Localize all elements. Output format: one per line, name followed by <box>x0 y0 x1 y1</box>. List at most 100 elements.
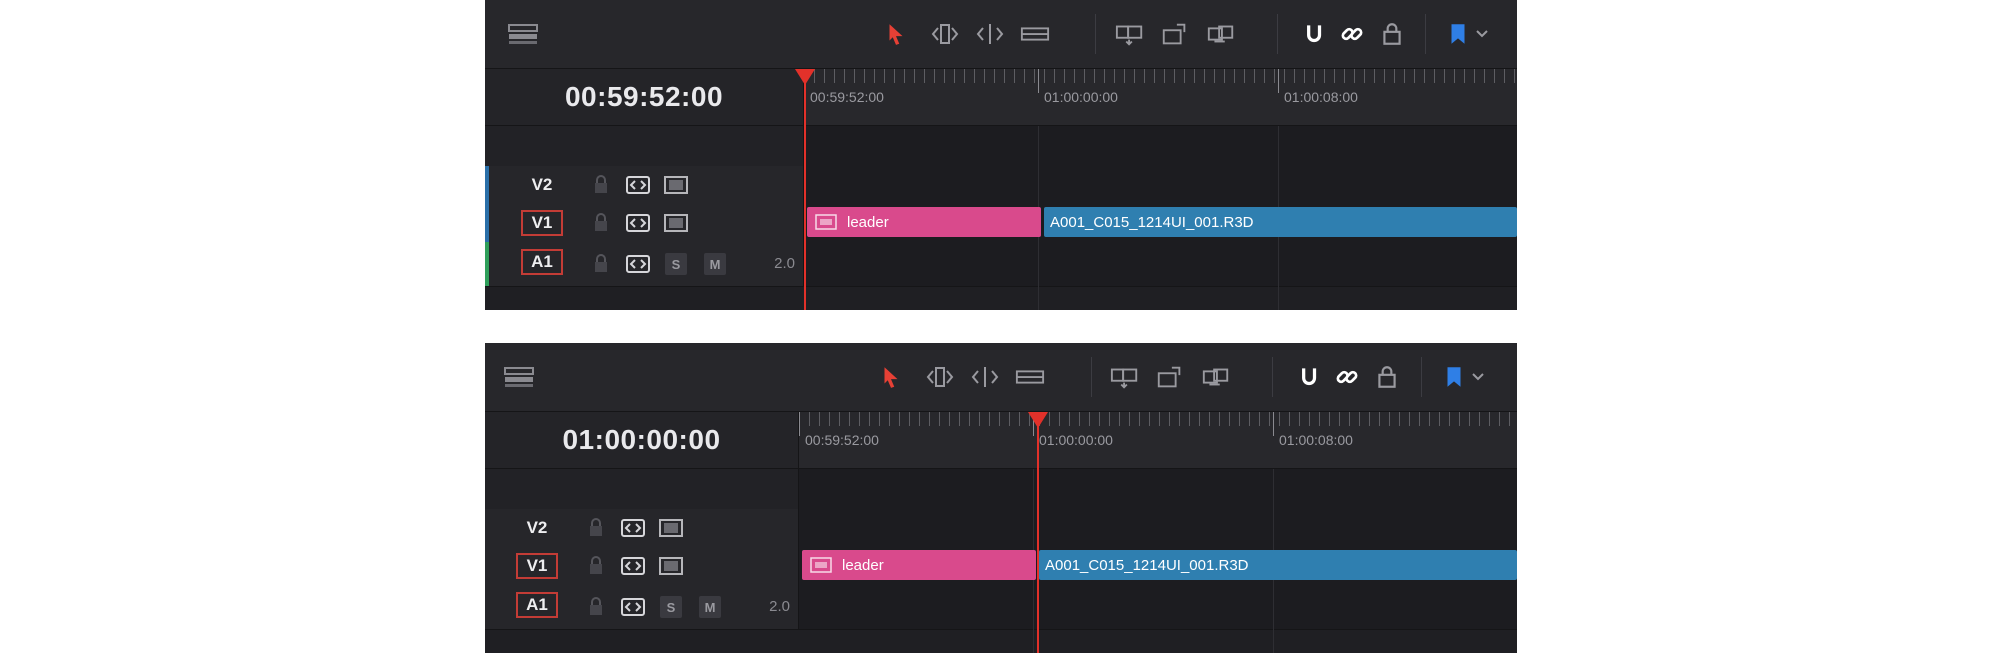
timecode-display: 00:59:52:00 <box>485 69 804 126</box>
timeline-view-icon[interactable] <box>507 20 539 48</box>
clip-name: A001_C015_1214UI_001.R3D <box>1045 556 1249 574</box>
auto-select-icon[interactable] <box>625 212 651 234</box>
track-lane-v2[interactable] <box>804 166 1517 205</box>
flag-icon[interactable] <box>1438 363 1470 391</box>
track-enable-icon[interactable] <box>658 517 684 539</box>
toolbar-separator <box>1272 357 1273 397</box>
timeline-toolbar <box>485 0 1517 69</box>
dropdown-chevron-icon[interactable] <box>1472 20 1492 48</box>
track-name[interactable]: V2 <box>516 515 558 541</box>
playhead[interactable] <box>804 69 806 310</box>
snapping-icon[interactable] <box>1297 20 1329 48</box>
toolbar-separator <box>1095 14 1096 54</box>
solo-button[interactable]: S <box>665 253 687 275</box>
timeline-view-icon[interactable] <box>503 363 535 391</box>
current-timecode[interactable]: 00:59:52:00 <box>485 81 803 113</box>
audio-channels: 2.0 <box>769 598 790 615</box>
track-name[interactable]: A1 <box>521 249 563 275</box>
dynamic-trim-icon[interactable] <box>974 20 1006 48</box>
ruler-major-tick <box>1278 69 1279 93</box>
track-header-v2: V2 <box>485 166 804 205</box>
track-header-v2: V2 <box>485 509 799 548</box>
current-timecode[interactable]: 01:00:00:00 <box>485 424 798 456</box>
solo-button[interactable]: S <box>660 596 682 618</box>
track-header-v1: V1 <box>485 204 804 243</box>
lock-icon[interactable] <box>588 174 614 196</box>
track-header-a1: A1 S M 2.0 <box>485 585 799 630</box>
lock-icon[interactable] <box>583 517 609 539</box>
track-header-spacer <box>485 126 804 167</box>
timeline-ruler[interactable]: 00:59:52:00 01:00:00:00 01:00:08:00 <box>799 412 1517 469</box>
insert-clip-icon[interactable] <box>1109 363 1141 391</box>
track-enable-icon[interactable] <box>663 212 689 234</box>
clip-thumbnail-icon <box>810 557 832 573</box>
timeline-clip-leader[interactable]: leader <box>807 207 1041 237</box>
blade-tool-icon[interactable] <box>1019 20 1051 48</box>
selection-tool-icon[interactable] <box>875 363 907 391</box>
overwrite-clip-icon[interactable] <box>1154 363 1186 391</box>
lock-icon[interactable] <box>588 253 614 275</box>
track-color-strip <box>485 166 489 204</box>
mute-button[interactable]: M <box>704 253 726 275</box>
track-header-spacer <box>485 469 799 510</box>
trim-edit-icon[interactable] <box>924 363 956 391</box>
track-color-strip <box>485 242 489 286</box>
track-enable-icon[interactable] <box>658 555 684 577</box>
mute-button[interactable]: M <box>699 596 721 618</box>
dynamic-trim-icon[interactable] <box>969 363 1001 391</box>
replace-clip-icon[interactable] <box>1205 20 1237 48</box>
snapping-icon[interactable] <box>1292 363 1324 391</box>
track-lane-a1[interactable] <box>799 585 1517 630</box>
blade-tool-icon[interactable] <box>1014 363 1046 391</box>
timecode-display: 01:00:00:00 <box>485 412 799 469</box>
auto-select-icon[interactable] <box>620 596 646 618</box>
auto-select-icon[interactable] <box>620 517 646 539</box>
clip-thumbnail-icon <box>815 214 837 230</box>
timeline-clip-media[interactable]: A001_C015_1214UI_001.R3D <box>1044 207 1517 237</box>
track-header-v1: V1 <box>485 547 799 586</box>
ruler-ticks <box>799 412 1517 426</box>
playhead[interactable] <box>1037 412 1039 653</box>
empty-lane <box>799 469 1517 510</box>
position-lock-icon[interactable] <box>1371 363 1403 391</box>
ruler-label: 01:00:00:00 <box>1044 89 1118 105</box>
lock-icon[interactable] <box>583 555 609 577</box>
ruler-label: 00:59:52:00 <box>805 432 879 448</box>
track-name[interactable]: V1 <box>521 210 563 236</box>
lock-icon[interactable] <box>583 596 609 618</box>
toolbar-separator <box>1277 14 1278 54</box>
timeline-clip-media[interactable]: A001_C015_1214UI_001.R3D <box>1039 550 1517 580</box>
track-lane-a1[interactable] <box>804 242 1517 287</box>
timeline-panel-2: 01:00:00:00 00:59:52:00 01:00:00:00 01:0… <box>485 343 1517 653</box>
audio-channels: 2.0 <box>774 255 795 272</box>
flag-icon[interactable] <box>1442 20 1474 48</box>
track-name[interactable]: V1 <box>516 553 558 579</box>
toolbar-separator <box>1421 357 1422 397</box>
replace-clip-icon[interactable] <box>1200 363 1232 391</box>
track-name[interactable]: V2 <box>521 172 563 198</box>
insert-clip-icon[interactable] <box>1114 20 1146 48</box>
clip-name: A001_C015_1214UI_001.R3D <box>1050 213 1254 231</box>
clip-name: leader <box>847 213 889 231</box>
timeline-toolbar <box>485 343 1517 412</box>
toolbar-separator <box>1091 357 1092 397</box>
ruler-major-tick <box>799 412 800 436</box>
timeline-ruler[interactable]: 00:59:52:00 01:00:00:00 01:00:08:00 <box>804 69 1517 126</box>
track-enable-icon[interactable] <box>663 174 689 196</box>
auto-select-icon[interactable] <box>620 555 646 577</box>
linked-selection-icon[interactable] <box>1331 363 1363 391</box>
auto-select-icon[interactable] <box>625 174 651 196</box>
overwrite-clip-icon[interactable] <box>1159 20 1191 48</box>
trim-edit-icon[interactable] <box>929 20 961 48</box>
selection-tool-icon[interactable] <box>880 20 912 48</box>
timeline-panel-1: 00:59:52:00 00:59:52:00 01:00:00:00 01:0… <box>485 0 1517 310</box>
dropdown-chevron-icon[interactable] <box>1468 363 1488 391</box>
track-name[interactable]: A1 <box>516 592 558 618</box>
auto-select-icon[interactable] <box>625 253 651 275</box>
track-lane-v2[interactable] <box>799 509 1517 548</box>
linked-selection-icon[interactable] <box>1336 20 1368 48</box>
lock-icon[interactable] <box>588 212 614 234</box>
position-lock-icon[interactable] <box>1376 20 1408 48</box>
timeline-clip-leader[interactable]: leader <box>802 550 1036 580</box>
clip-name: leader <box>842 556 884 574</box>
